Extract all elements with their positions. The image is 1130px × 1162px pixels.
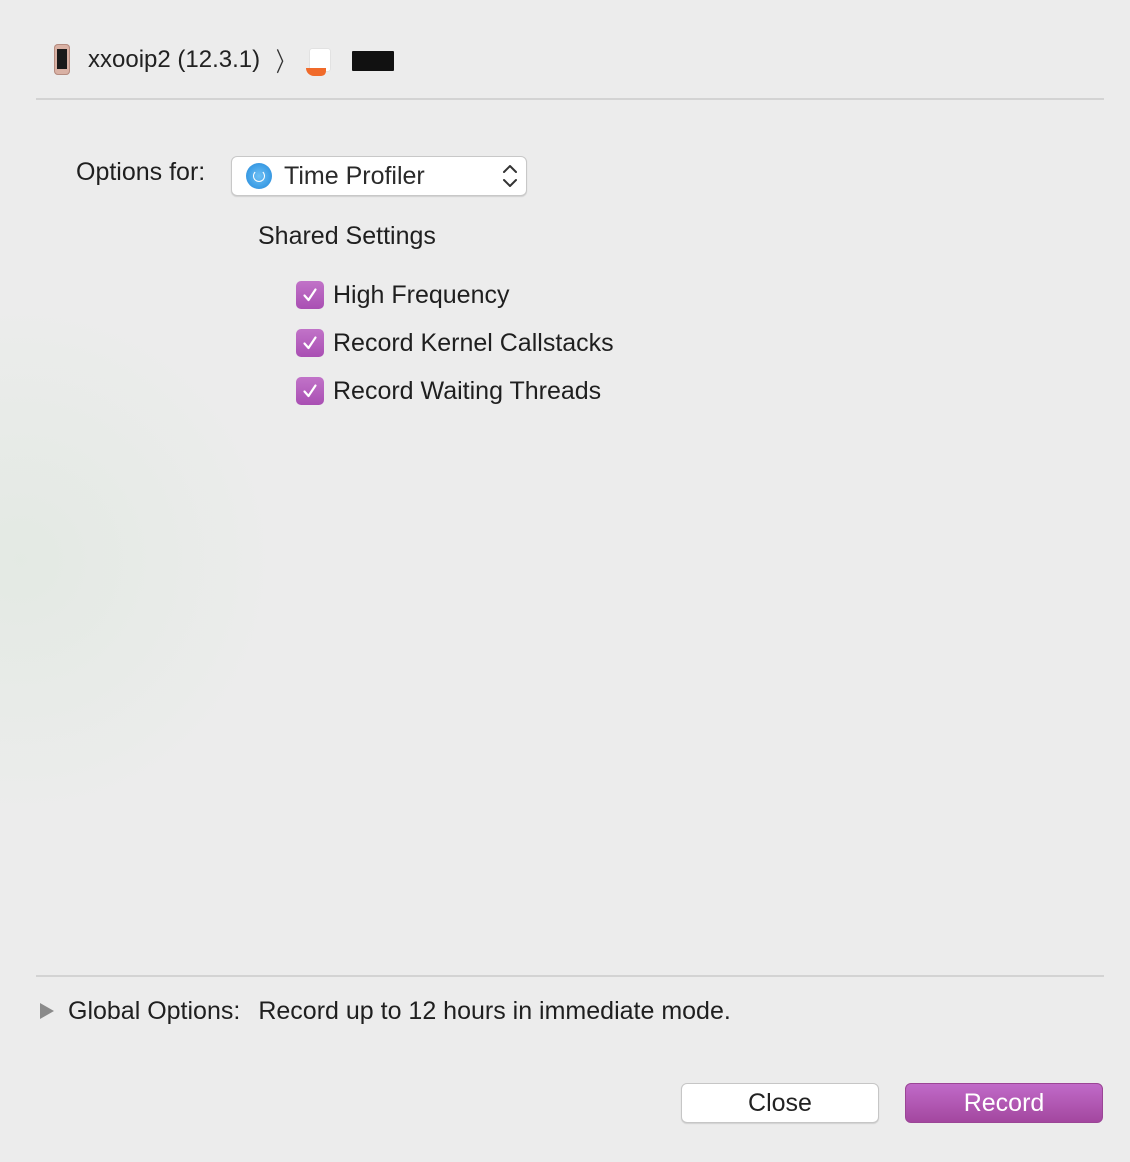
- template-popup-button[interactable]: Time Profiler: [231, 156, 527, 196]
- record-waiting-threads-checkbox[interactable]: [296, 377, 324, 405]
- app-icon[interactable]: [306, 49, 332, 76]
- high-frequency-label[interactable]: High Frequency: [333, 281, 509, 310]
- template-popup-value: Time Profiler: [284, 161, 425, 190]
- checkmark-icon: [303, 336, 317, 350]
- record-kernel-callstacks-label[interactable]: Record Kernel Callstacks: [333, 329, 614, 358]
- record-button[interactable]: Record: [905, 1083, 1103, 1123]
- global-options-label: Global Options:: [68, 996, 241, 1025]
- record-kernel-callstacks-checkbox[interactable]: [296, 329, 324, 357]
- shared-settings-heading: Shared Settings: [258, 222, 436, 250]
- record-kernel-callstacks-option[interactable]: Record Kernel Callstacks: [296, 328, 614, 358]
- chevron-updown-icon: [503, 165, 517, 187]
- global-options-summary: Record up to 12 hours in immediate mode.: [258, 996, 731, 1025]
- recording-options-sheet: xxooip2 (12.3.1) 〉 Options for: Time Pro…: [0, 0, 1130, 1162]
- options-for-label: Options for:: [76, 158, 206, 186]
- target-path-bar[interactable]: xxooip2 (12.3.1) 〉: [52, 40, 395, 80]
- disclosure-triangle-icon[interactable]: [40, 1003, 54, 1019]
- global-options-row: Global Options: Record up to 12 hours in…: [40, 994, 731, 1028]
- path-separator-icon: 〉: [276, 46, 295, 77]
- record-waiting-threads-option[interactable]: Record Waiting Threads: [296, 376, 601, 406]
- checkmark-icon: [303, 288, 317, 302]
- bottom-divider: [36, 975, 1104, 977]
- iphone-icon: [52, 43, 72, 77]
- device-label[interactable]: xxooip2 (12.3.1): [88, 46, 260, 74]
- record-waiting-threads-label[interactable]: Record Waiting Threads: [333, 377, 601, 406]
- checkmark-icon: [303, 384, 317, 398]
- high-frequency-checkbox[interactable]: [296, 281, 324, 309]
- redacted-process-name: [352, 51, 395, 71]
- top-divider: [36, 98, 1104, 100]
- high-frequency-option[interactable]: High Frequency: [296, 280, 509, 310]
- time-profiler-icon: [246, 163, 272, 189]
- close-button[interactable]: Close: [681, 1083, 879, 1123]
